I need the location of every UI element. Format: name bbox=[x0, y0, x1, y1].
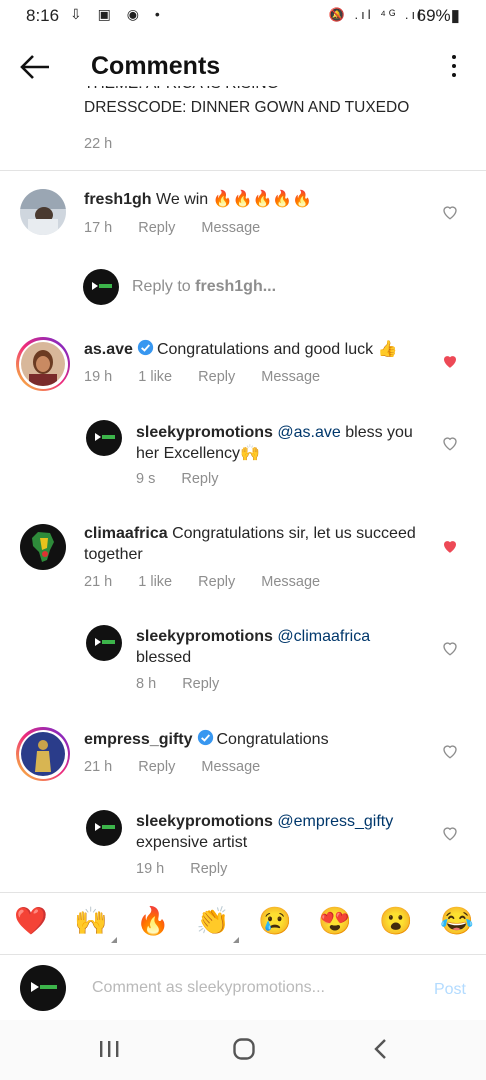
avatar-sleekypromotions[interactable] bbox=[86, 810, 122, 846]
reply-text: sleekypromotions @climaafrica blessed bbox=[136, 628, 371, 666]
like-heart-icon[interactable] bbox=[441, 742, 459, 760]
message-button[interactable]: Message bbox=[261, 369, 320, 385]
avatar-as-ave[interactable] bbox=[21, 342, 65, 386]
reply-time: 8 h bbox=[136, 676, 157, 692]
notification-icons: ⇩ ▣ ◉ • bbox=[70, 6, 166, 22]
emoji-laughing[interactable]: 😂 bbox=[440, 905, 474, 937]
like-heart-icon[interactable] bbox=[441, 824, 459, 842]
reply-meta: 8 h Reply bbox=[136, 676, 241, 692]
reply-username[interactable]: sleekypromotions bbox=[136, 628, 273, 645]
reply-text: sleekypromotions @as.ave bless you her E… bbox=[136, 424, 413, 462]
comment-text: empress_gifty Congratulations bbox=[84, 729, 329, 748]
comment-username[interactable]: empress_gifty bbox=[84, 731, 193, 748]
page-title: Comments bbox=[91, 52, 221, 80]
comment-input[interactable]: Comment as sleekypromotions... bbox=[92, 979, 325, 997]
reply-button[interactable]: Reply bbox=[138, 759, 175, 775]
comment-time: 19 h bbox=[84, 369, 113, 385]
home-icon[interactable] bbox=[232, 1037, 256, 1061]
comment-composer: Comment as sleekypromotions... Post bbox=[0, 954, 486, 1020]
battery-indicator: 69%▮ bbox=[416, 6, 460, 25]
comment-time: 17 h bbox=[84, 220, 113, 236]
avatar-sleekypromotions[interactable] bbox=[86, 420, 122, 456]
mention-link[interactable]: @climaafrica bbox=[277, 628, 370, 645]
like-heart-icon[interactable] bbox=[441, 434, 459, 452]
avatar-current-user bbox=[83, 269, 119, 305]
emoji-fire[interactable]: 🔥 bbox=[136, 905, 170, 937]
reply-username[interactable]: sleekypromotions bbox=[136, 813, 273, 830]
liked-heart-icon[interactable] bbox=[441, 537, 459, 555]
like-heart-icon[interactable] bbox=[441, 639, 459, 657]
comment-username[interactable]: as.ave bbox=[84, 341, 133, 358]
emoji-crying[interactable]: 😢 bbox=[258, 905, 292, 937]
emoji-raised-hands[interactable]: 🙌 bbox=[74, 905, 117, 943]
comment-meta: 21 h Reply Message bbox=[84, 759, 282, 775]
reply-button[interactable]: Reply bbox=[182, 676, 219, 692]
avatar-fresh1gh[interactable] bbox=[20, 189, 66, 235]
caption-cut-line: THEME: AFRICA IS RISING bbox=[84, 86, 409, 96]
emoji-surprised[interactable]: 😮 bbox=[379, 905, 413, 937]
comment-text: as.ave Congratulations and good luck 👍 bbox=[84, 339, 398, 358]
reply-to-prompt[interactable]: Reply to fresh1gh... bbox=[132, 278, 276, 296]
like-heart-icon[interactable] bbox=[441, 203, 459, 221]
message-button[interactable]: Message bbox=[261, 574, 320, 590]
comment-text: climaafrica Congratulations sir, let us … bbox=[84, 525, 416, 563]
avatar-current-user bbox=[20, 965, 66, 1011]
reply-button[interactable]: Reply bbox=[198, 574, 235, 590]
mention-link[interactable]: @empress_gifty bbox=[277, 813, 393, 830]
reply-button[interactable]: Reply bbox=[198, 369, 235, 385]
back-nav-icon[interactable] bbox=[371, 1038, 391, 1060]
verified-badge-icon bbox=[197, 729, 213, 746]
reply-time: 9 s bbox=[136, 471, 156, 487]
emoji-heart[interactable]: ❤️ bbox=[14, 905, 48, 937]
emoji-clapping[interactable]: 👏 bbox=[196, 905, 239, 943]
comment-meta: 19 h 1 like Reply Message bbox=[84, 369, 342, 385]
reply-time: 19 h bbox=[136, 861, 165, 877]
header-bar: Comments bbox=[0, 40, 486, 92]
status-time: 8:16 bbox=[26, 6, 60, 25]
comment-username[interactable]: fresh1gh bbox=[84, 191, 152, 208]
status-bar: 8:16 ⇩ ▣ ◉ • 🔕 .ıl ⁴ᴳ .ıl 69%▮ bbox=[0, 0, 486, 32]
recent-apps-icon[interactable] bbox=[98, 1038, 120, 1060]
post-button[interactable]: Post bbox=[434, 981, 466, 999]
avatar-sleekypromotions[interactable] bbox=[86, 625, 122, 661]
comment-meta: 21 h 1 like Reply Message bbox=[84, 574, 342, 590]
likes-count[interactable]: 1 like bbox=[138, 574, 172, 590]
mention-link[interactable]: @as.ave bbox=[277, 424, 340, 441]
likes-count[interactable]: 1 like bbox=[138, 369, 172, 385]
emoji-quick-bar: ❤️ 🙌 🔥 👏 😢 😍 😮 😂 bbox=[0, 892, 486, 954]
verified-badge-icon bbox=[137, 339, 154, 356]
message-button[interactable]: Message bbox=[201, 759, 260, 775]
comment-time: 21 h bbox=[84, 759, 113, 775]
reply-button[interactable]: Reply bbox=[181, 471, 218, 487]
reply-meta: 19 h Reply bbox=[136, 861, 249, 877]
emoji-heart-eyes[interactable]: 😍 bbox=[318, 905, 352, 937]
message-button[interactable]: Message bbox=[201, 220, 260, 236]
back-button[interactable] bbox=[18, 50, 52, 84]
divider bbox=[0, 170, 486, 171]
caption-last-line: DRESSCODE: DINNER GOWN AND TUXEDO bbox=[84, 99, 410, 116]
caption-time: 22 h bbox=[84, 136, 113, 152]
comment-text: fresh1gh We win 🔥🔥🔥🔥🔥 bbox=[84, 191, 313, 208]
reply-button[interactable]: Reply bbox=[138, 220, 175, 236]
reply-text: sleekypromotions @empress_gifty expensiv… bbox=[136, 813, 394, 851]
avatar-climaafrica[interactable] bbox=[20, 524, 66, 570]
comment-username[interactable]: climaafrica bbox=[84, 525, 168, 542]
reply-username[interactable]: sleekypromotions bbox=[136, 424, 273, 441]
post-caption: THEME: AFRICA IS RISING DRESSCODE: DINNE… bbox=[84, 86, 409, 120]
reply-button[interactable]: Reply bbox=[190, 861, 227, 877]
comment-time: 21 h bbox=[84, 574, 113, 590]
reply-meta: 9 s Reply bbox=[136, 471, 240, 487]
avatar-empress-gifty[interactable] bbox=[21, 732, 65, 776]
liked-heart-icon[interactable] bbox=[441, 352, 459, 370]
more-options-button[interactable] bbox=[448, 52, 460, 80]
signal-icons: 🔕 .ıl ⁴ᴳ .ıl bbox=[328, 7, 424, 22]
comment-meta: 17 h Reply Message bbox=[84, 220, 282, 236]
more-vertical-icon bbox=[452, 55, 456, 59]
arrow-left-icon bbox=[20, 55, 49, 79]
system-nav-bar bbox=[0, 1020, 486, 1080]
